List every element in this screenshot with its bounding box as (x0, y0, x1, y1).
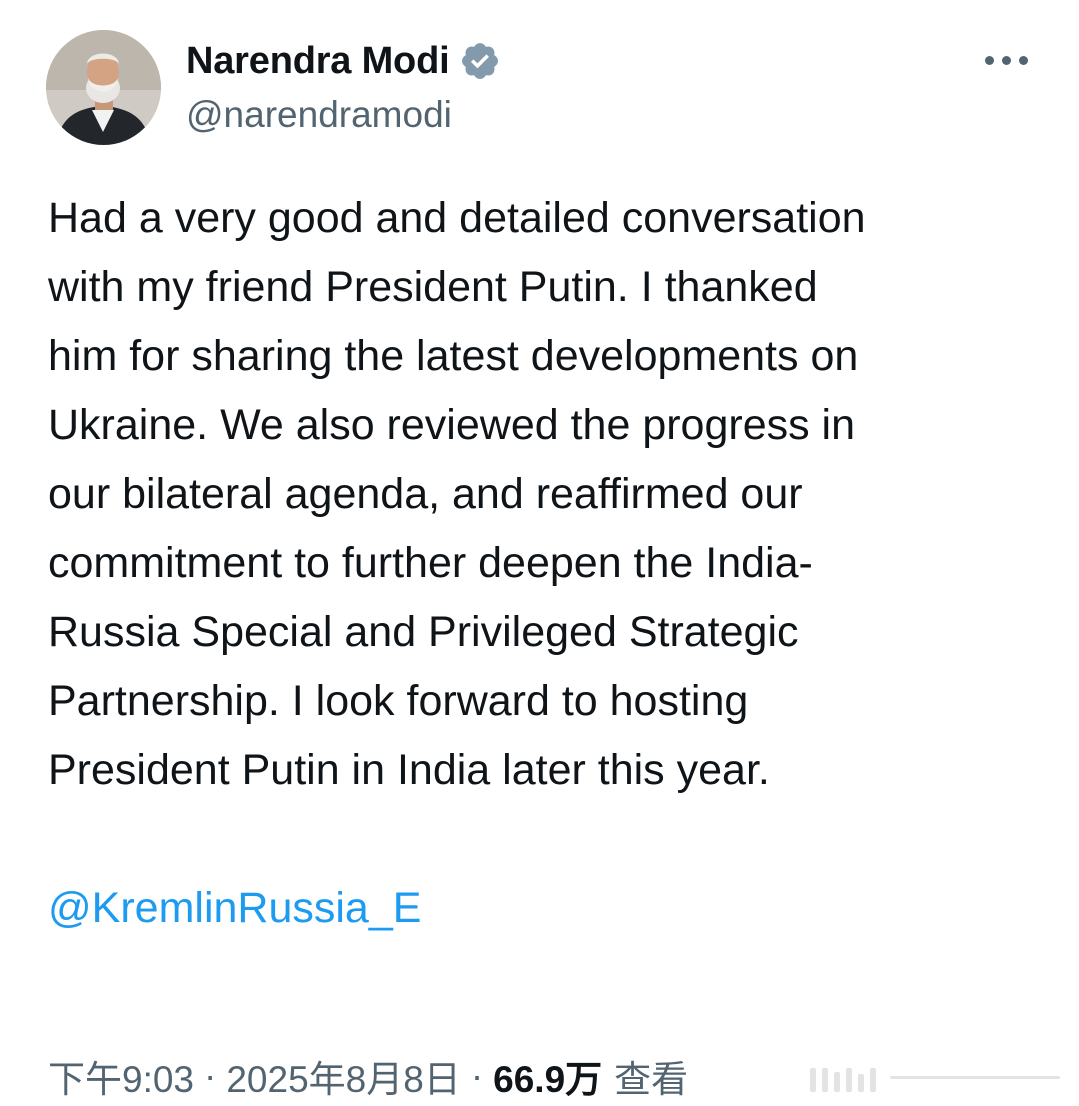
tweet-card: Narendra Modi @narendramodi Had a very g… (0, 0, 1079, 1106)
watermark-icon (810, 1068, 1060, 1092)
tweet-text-line: Russia Special and Privileged Strategic (48, 608, 799, 656)
tweet-date[interactable]: 2025年8月8日 (226, 1049, 460, 1103)
tweet-text-line: Partnership. I look forward to hosting (48, 677, 749, 725)
author-name-row: Narendra Modi (186, 36, 501, 86)
verified-badge-icon[interactable] (459, 40, 501, 82)
avatar[interactable] (46, 30, 161, 145)
tweet-text-line: Had a very good and detailed conversatio… (48, 194, 866, 242)
more-horizontal-icon (1001, 55, 1011, 65)
views-label: 查看 (614, 1059, 689, 1100)
tweet-text-line: our bilateral agenda, and reaffirmed our (48, 470, 803, 518)
author-display-name[interactable]: Narendra Modi (186, 36, 450, 86)
tweet-text-line: President Putin in India later this year… (48, 746, 770, 794)
tweet-text-line: commitment to further deepen the India- (48, 539, 813, 587)
tweet-text-line: him for sharing the latest developments … (48, 332, 859, 380)
tweet-meta: 下午9:03 · 2025年8月8日 · 66.9万 查看 (48, 1050, 688, 1102)
tweet-text-line: Ukraine. We also reviewed the progress i… (48, 401, 856, 449)
mention-link[interactable]: @KremlinRussia_E (48, 874, 421, 943)
tweet-text: Had a very good and detailed conversatio… (48, 184, 1038, 805)
more-options-button[interactable] (976, 40, 1036, 80)
views-count: 66.9万 (493, 1059, 603, 1100)
meta-separator: · (470, 1055, 484, 1096)
more-horizontal-icon (1018, 55, 1028, 65)
tweet-text-line: with my friend President Putin. I thanke… (48, 263, 818, 311)
meta-separator: · (204, 1055, 217, 1096)
author-handle[interactable]: @narendramodi (186, 92, 452, 138)
tweet-time[interactable]: 下午9:03 (48, 1049, 194, 1103)
profile-photo-icon (46, 30, 161, 145)
more-horizontal-icon (984, 55, 994, 65)
